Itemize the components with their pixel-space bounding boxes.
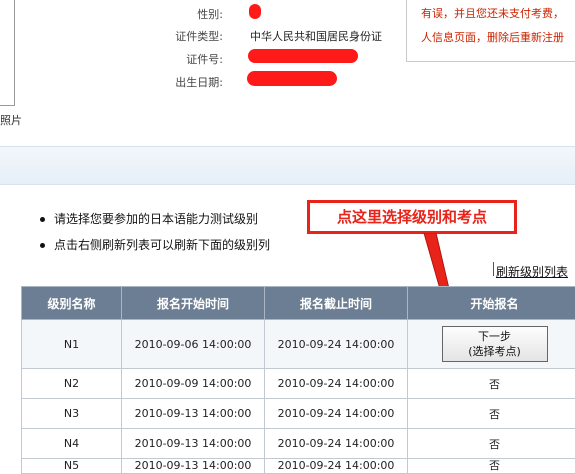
cell-end: 2010-09-24 14:00:00 (265, 459, 408, 474)
cell-action: 否 (408, 459, 575, 474)
table-header-row: 级别名称 报名开始时间 报名截止时间 开始报名 (22, 287, 575, 320)
warning-notice: 有误，并且您还未支付考费， 人信息页面，删除后重新注册 (406, 0, 575, 62)
cell-action: 否 (408, 429, 575, 459)
redaction-mark (249, 4, 261, 19)
table-row: N5 2010-09-13 14:00:00 2010-09-24 14:00:… (22, 459, 575, 474)
birth-date-label: 出生日期: (153, 74, 223, 90)
next-button-label: 下一步 (443, 329, 547, 344)
cell-end: 2010-09-24 14:00:00 (265, 369, 408, 399)
cell-action: 下一步 (选择考点) (408, 320, 575, 369)
cell-level: N4 (22, 429, 122, 459)
instruction-text: 点击右侧刷新列表可以刷新下面的级别列 (54, 238, 270, 252)
cell-start: 2010-09-06 14:00:00 (122, 320, 265, 369)
cell-level: N1 (22, 320, 122, 369)
cell-action: 否 (408, 369, 575, 399)
cell-level: N3 (22, 399, 122, 429)
refresh-list-link[interactable]: 刷新级别列表 (496, 263, 568, 280)
cell-end: 2010-09-24 14:00:00 (265, 320, 408, 369)
cell-level: N2 (22, 369, 122, 399)
cell-start: 2010-09-13 14:00:00 (122, 459, 265, 474)
bullet-icon (40, 243, 45, 248)
notice-line-2: 人信息页面，删除后重新注册 (421, 26, 575, 50)
cell-end: 2010-09-24 14:00:00 (265, 399, 408, 429)
column-header-end: 报名截止时间 (265, 287, 408, 320)
id-number-label: 证件号: (153, 51, 223, 67)
gender-label: 性别: (153, 6, 223, 22)
cell-start: 2010-09-13 14:00:00 (122, 429, 265, 459)
column-header-action: 开始报名 (408, 287, 575, 320)
table-row: N4 2010-09-13 14:00:00 2010-09-24 14:00:… (22, 429, 575, 459)
next-step-button[interactable]: 下一步 (选择考点) (442, 326, 548, 362)
column-header-level: 级别名称 (22, 287, 122, 320)
table-row: N2 2010-09-09 14:00:00 2010-09-24 14:00:… (22, 369, 575, 399)
next-button-sublabel: (选择考点) (443, 344, 547, 359)
instruction-item: 点击右侧刷新列表可以刷新下面的级别列 (40, 236, 270, 253)
redaction-mark (248, 49, 358, 63)
bullet-icon (40, 217, 45, 222)
notice-line-1: 有误，并且您还未支付考费， (421, 2, 575, 26)
cell-action: 否 (408, 399, 575, 429)
annotation-callout: 点这里选择级别和考点 (307, 200, 517, 234)
cell-end: 2010-09-24 14:00:00 (265, 429, 408, 459)
cell-start: 2010-09-13 14:00:00 (122, 399, 265, 429)
redaction-mark (247, 71, 337, 86)
table-row: N1 2010-09-06 14:00:00 2010-09-24 14:00:… (22, 320, 575, 369)
instruction-text: 请选择您要参加的日本语能力测试级别 (54, 212, 258, 226)
id-type-value: 中华人民共和国居民身份证 (250, 28, 382, 44)
cell-level: N5 (22, 459, 122, 474)
instruction-item: 请选择您要参加的日本语能力测试级别 (40, 210, 258, 227)
id-type-label: 证件类型: (153, 28, 223, 44)
cell-start: 2010-09-09 14:00:00 (122, 369, 265, 399)
table-row: N3 2010-09-13 14:00:00 2010-09-24 14:00:… (22, 399, 575, 429)
photo-frame (0, 0, 15, 106)
level-table: 级别名称 报名开始时间 报名截止时间 开始报名 N1 2010-09-06 14… (21, 286, 575, 474)
photo-caption: 照片 (0, 112, 22, 128)
section-band (0, 146, 575, 185)
column-header-start: 报名开始时间 (122, 287, 265, 320)
